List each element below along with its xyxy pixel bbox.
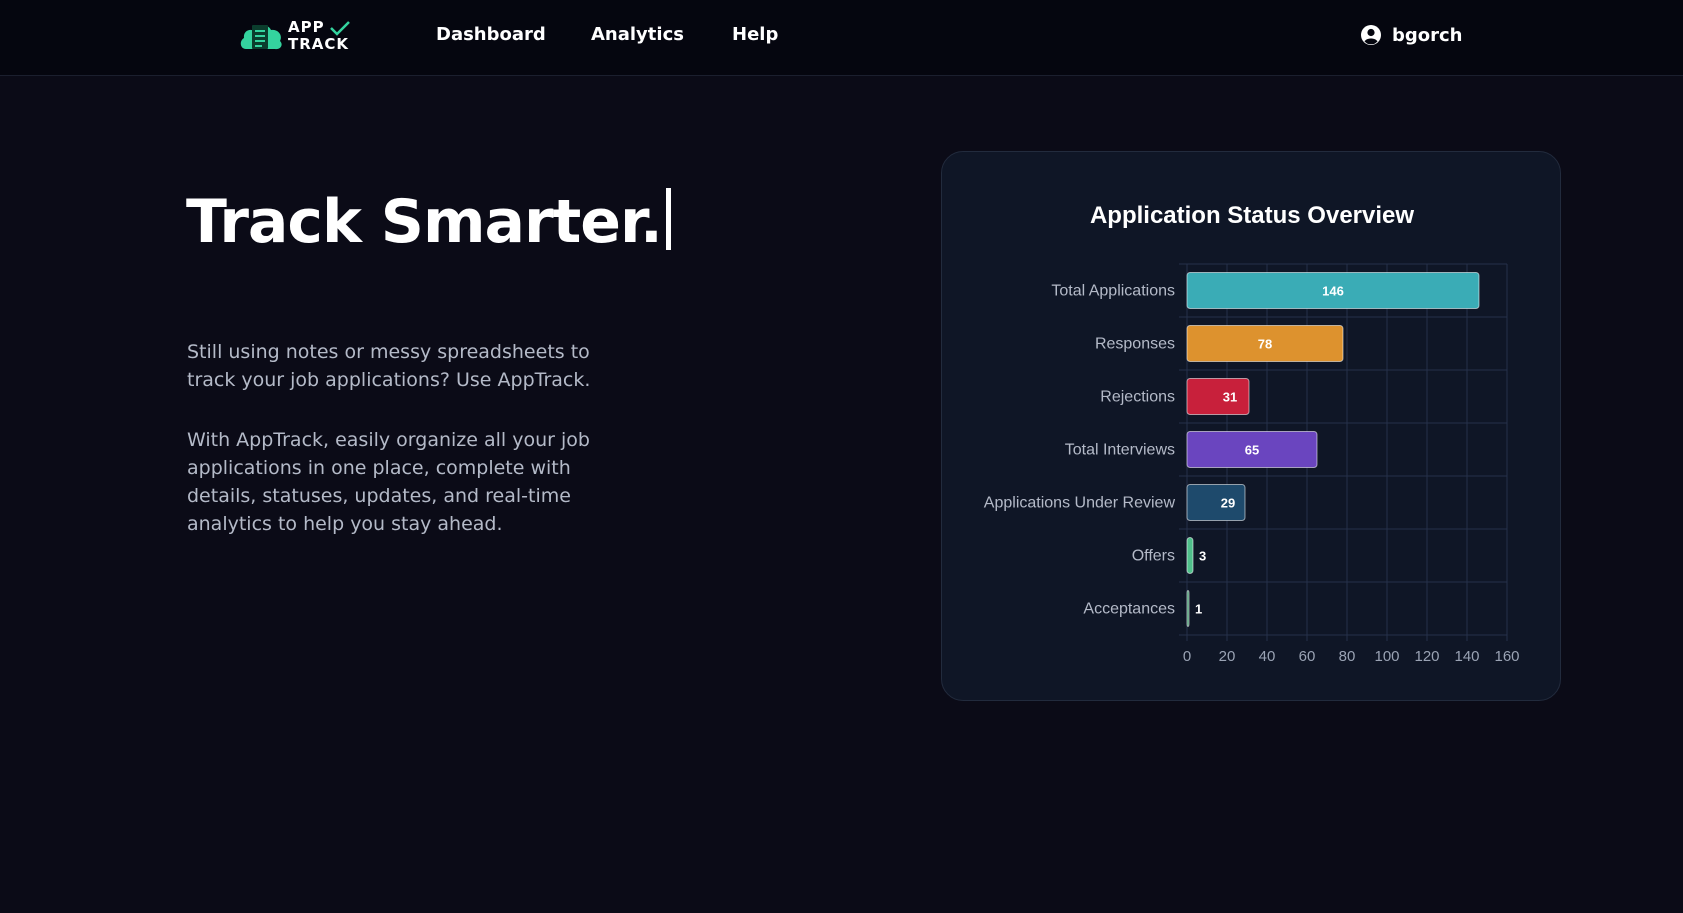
bar [1186,590,1190,627]
username: bgorch [1392,24,1463,46]
y-category-label: Offers [1132,548,1175,565]
bar-data-label: 1 [1195,602,1202,617]
bar [1186,484,1246,521]
bar [1186,378,1250,415]
x-tick-label: 160 [1494,648,1519,665]
logo-text-track: TRACK [288,35,350,53]
x-tick-label: 120 [1414,648,1439,665]
hero-headline-text: Track Smarter. [186,187,663,257]
bar-data-label: 29 [1221,496,1235,511]
x-tick-label: 0 [1183,648,1191,665]
hero-headline: Track Smarter. [186,185,671,259]
nav-analytics[interactable]: Analytics [591,24,684,45]
typing-cursor [665,188,671,250]
y-category-label: Responses [1095,336,1175,353]
bar [1186,537,1194,574]
y-category-label: Applications Under Review [984,495,1176,512]
y-category-label: Rejections [1100,389,1175,406]
x-tick-label: 80 [1339,648,1356,665]
user-circle-icon [1361,25,1381,45]
x-tick-label: 40 [1259,648,1276,665]
bar-data-label: 3 [1199,549,1206,564]
nav-help[interactable]: Help [732,24,778,45]
top-navigation-bar: APP TRACK Dashboard Analytics Help bgorc… [0,0,1683,76]
x-tick-label: 60 [1299,648,1316,665]
checkmark-icon [329,20,350,36]
user-menu[interactable]: bgorch [1360,24,1463,46]
y-category-label: Total Applications [1051,283,1175,300]
bar-data-label: 146 [1322,284,1344,299]
x-tick-label: 140 [1454,648,1479,665]
app-logo[interactable]: APP TRACK [238,16,358,56]
bar-data-label: 65 [1245,443,1259,458]
y-category-label: Total Interviews [1065,442,1175,459]
cloud-document-icon [240,25,282,50]
hero-paragraph-2: With AppTrack, easily organize all your … [187,429,590,535]
nav-dashboard[interactable]: Dashboard [436,24,546,45]
bar-data-label: 78 [1258,337,1272,352]
logo-text-app: APP [288,18,325,36]
chart-card: Application Status Overview 0 20 40 60 80 100… [941,151,1561,701]
y-category-label: Acceptances [1083,601,1175,618]
bar-data-label: 31 [1223,390,1237,405]
hero-paragraph-1: Still using notes or messy spreadsheets … [187,341,591,391]
application-status-chart: 0 20 40 60 80 100 120 140 160 Total Applications 1… [984,263,1520,665]
x-tick-label: 100 [1374,648,1399,665]
x-tick-label: 20 [1219,648,1236,665]
